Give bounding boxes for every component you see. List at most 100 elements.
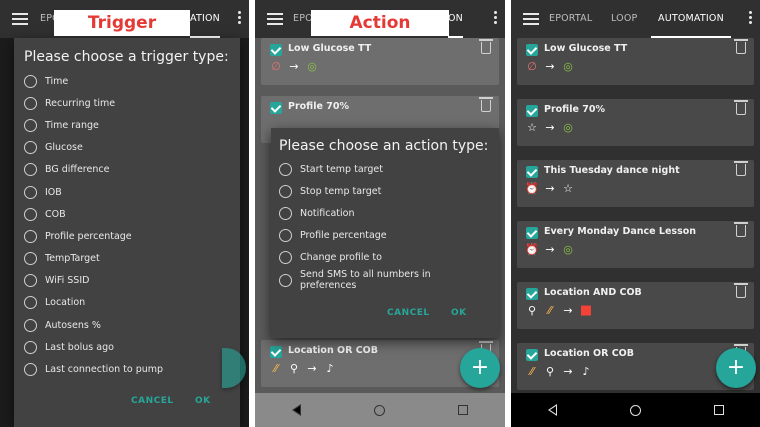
add-automation-fab[interactable]: + — [460, 348, 500, 388]
automation-card[interactable]: Every Monday Dance Lesson ⏰ → ◎ — [517, 221, 754, 268]
tab-automation[interactable]: AUTOMATION — [651, 0, 731, 38]
radio-button-icon[interactable] — [24, 340, 37, 354]
option-recurring-time[interactable]: Recurring time — [24, 92, 230, 114]
enabled-checkbox[interactable] — [270, 346, 282, 358]
more-options-icon[interactable] — [493, 11, 497, 27]
tab-automation[interactable]: ON — [448, 0, 463, 38]
recent-apps-icon[interactable] — [713, 405, 724, 415]
trash-icon[interactable] — [734, 222, 748, 237]
radio-button-icon[interactable] — [24, 318, 37, 332]
trash-icon[interactable] — [479, 97, 493, 112]
arrow-icon: → — [307, 362, 317, 375]
enabled-checkbox[interactable] — [526, 44, 538, 56]
radio-button-icon[interactable] — [24, 141, 37, 155]
home-icon[interactable] — [373, 404, 385, 416]
card-icons: ∅ → ◎ — [270, 61, 318, 73]
trash-icon[interactable] — [734, 161, 748, 176]
automation-card[interactable]: This Tuesday dance night ⏰ → ☆ — [517, 160, 754, 207]
enabled-checkbox[interactable] — [526, 166, 538, 178]
card-icons: ⏰ → ◎ — [525, 244, 574, 256]
back-icon[interactable] — [547, 404, 557, 416]
tab-eportal[interactable]: EPO — [293, 0, 313, 38]
option-notification[interactable]: Notification — [279, 202, 489, 224]
enabled-checkbox[interactable] — [270, 44, 282, 56]
trash-icon[interactable] — [479, 39, 493, 54]
radio-button-icon[interactable] — [24, 363, 37, 377]
option-last-bolus-ago[interactable]: Last bolus ago — [24, 336, 230, 358]
radio-button-icon[interactable] — [24, 229, 37, 243]
radio-button-icon[interactable] — [279, 184, 292, 198]
automation-card[interactable]: Location AND COB ⚲ ⁄⁄ → ■ — [517, 282, 754, 329]
hamburger-menu-icon[interactable] — [523, 13, 539, 25]
tab-loop[interactable]: LOOP — [611, 0, 637, 38]
ok-button[interactable]: OK — [195, 396, 211, 406]
radio-button-icon[interactable] — [24, 207, 37, 221]
option-start-temp-target[interactable]: Start temp target — [279, 158, 489, 180]
radio-button-icon[interactable] — [24, 185, 37, 199]
cancel-button[interactable]: CANCEL — [387, 308, 430, 318]
option-location[interactable]: Location — [24, 292, 230, 314]
more-options-icon[interactable] — [748, 11, 752, 27]
enabled-checkbox[interactable] — [526, 105, 538, 117]
radio-button-icon[interactable] — [24, 96, 37, 110]
trash-icon[interactable] — [734, 39, 748, 54]
option-cob[interactable]: COB — [24, 203, 230, 225]
option-temptarget[interactable]: TempTarget — [24, 248, 230, 270]
option-glucose[interactable]: Glucose — [24, 137, 230, 159]
enabled-checkbox[interactable] — [270, 102, 282, 114]
enabled-checkbox[interactable] — [526, 227, 538, 239]
radio-button-icon[interactable] — [279, 251, 292, 265]
recent-apps-icon[interactable] — [458, 405, 469, 415]
option-time-range[interactable]: Time range — [24, 114, 230, 136]
card-title: Profile 70% — [544, 104, 605, 115]
trigger-screen: EPO ATION Please choose a trigger type: … — [0, 0, 249, 427]
temp-target-icon: ◎ — [307, 60, 317, 73]
trigger-options-list: Time Recurring time Time range Glucose B… — [24, 70, 230, 381]
hamburger-menu-icon[interactable] — [12, 13, 28, 25]
option-change-profile[interactable]: Change profile to — [279, 247, 489, 269]
add-automation-fab[interactable]: + — [716, 348, 756, 388]
radio-button-icon[interactable] — [24, 274, 37, 288]
radio-button-icon[interactable] — [24, 163, 37, 177]
radio-button-icon[interactable] — [24, 118, 37, 132]
radio-button-icon[interactable] — [279, 162, 292, 176]
arrow-icon: → — [563, 304, 573, 317]
card-title: Location OR COB — [544, 348, 635, 359]
enabled-checkbox[interactable] — [526, 349, 538, 361]
option-bg-difference[interactable]: BG difference — [24, 159, 230, 181]
automation-card[interactable]: Low Glucose TT ∅ → ◎ — [261, 38, 499, 85]
back-icon[interactable] — [291, 404, 301, 416]
option-send-sms[interactable]: Send SMS to all numbers in preferences — [279, 269, 489, 291]
action-options-list: Start temp target Stop temp target Notif… — [279, 158, 489, 291]
action-caption: Action — [311, 10, 449, 36]
automation-card[interactable]: Low Glucose TT ∅ → ◎ — [517, 38, 754, 85]
option-last-connection-to-pump[interactable]: Last connection to pump — [24, 358, 230, 380]
home-icon[interactable] — [629, 404, 641, 416]
hamburger-menu-icon[interactable] — [267, 13, 283, 25]
radio-button-icon[interactable] — [279, 229, 292, 243]
option-autosens[interactable]: Autosens % — [24, 314, 230, 336]
radio-button-icon[interactable] — [24, 296, 37, 310]
radio-button-icon[interactable] — [24, 252, 37, 266]
radio-button-icon[interactable] — [279, 206, 292, 220]
cob-icon: ⁄⁄ — [548, 304, 552, 317]
radio-button-icon[interactable] — [24, 74, 37, 88]
option-profile-percentage[interactable]: Profile percentage — [279, 225, 489, 247]
automation-card[interactable]: Profile 70% ☆ → ◎ — [517, 99, 754, 146]
option-profile-percentage[interactable]: Profile percentage — [24, 225, 230, 247]
cancel-button[interactable]: CANCEL — [131, 396, 174, 406]
trash-icon[interactable] — [734, 100, 748, 115]
enabled-checkbox[interactable] — [526, 288, 538, 300]
option-stop-temp-target[interactable]: Stop temp target — [279, 180, 489, 202]
option-iob[interactable]: IOB — [24, 181, 230, 203]
location-pin-icon: ⚲ — [545, 365, 555, 378]
option-wifi-ssid[interactable]: WiFi SSID — [24, 270, 230, 292]
option-time[interactable]: Time — [24, 70, 230, 92]
tab-eportal[interactable]: EPORTAL — [549, 0, 592, 38]
ok-button[interactable]: OK — [451, 308, 467, 318]
radio-button-icon[interactable] — [279, 273, 292, 287]
trash-icon[interactable] — [734, 283, 748, 298]
tab-automation[interactable]: ATION — [190, 0, 220, 38]
more-options-icon[interactable] — [237, 11, 241, 27]
arrow-icon: → — [545, 121, 555, 134]
